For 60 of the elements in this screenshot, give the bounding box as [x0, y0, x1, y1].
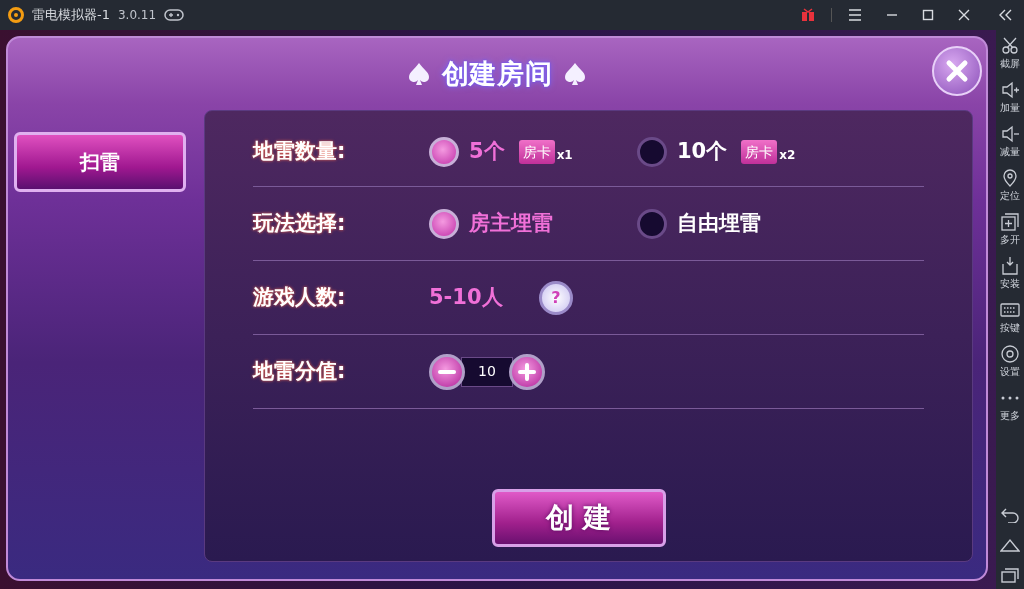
- plus-icon: [518, 362, 536, 381]
- spade-icon: [564, 62, 587, 86]
- field-label: 游戏人数:: [253, 283, 347, 311]
- field-label: 地雷分值:: [253, 357, 347, 385]
- close-button[interactable]: [932, 46, 982, 96]
- toolbar-button[interactable]: 截屏: [1000, 36, 1020, 70]
- minus-icon: [438, 369, 456, 374]
- dialog-title: 创建房间: [441, 56, 553, 91]
- toolbar-button[interactable]: 加量: [1000, 80, 1020, 114]
- back-icon[interactable]: [1000, 507, 1020, 523]
- player-count-text: 5-10人: [429, 283, 504, 311]
- value-field[interactable]: 10: [461, 356, 513, 387]
- scissors-icon: [1000, 36, 1020, 56]
- option-label[interactable]: 10个: [677, 135, 728, 168]
- room-card-badge: 房卡: [741, 139, 778, 164]
- recent-apps-icon[interactable]: [1000, 567, 1020, 583]
- gamepad-icon[interactable]: [164, 8, 185, 22]
- settings-icon: [1000, 344, 1020, 364]
- radio-button[interactable]: [429, 136, 459, 167]
- plus-button[interactable]: [509, 353, 545, 390]
- multiplier-text: x1: [556, 146, 573, 164]
- maximize-icon[interactable]: [922, 9, 934, 21]
- field-label: 地雷数量:: [253, 137, 347, 165]
- multiplier-text: x2: [779, 146, 796, 164]
- collapse-icon[interactable]: [998, 9, 1012, 21]
- radio-button[interactable]: [637, 136, 667, 167]
- more-dots-icon: [1001, 396, 1019, 400]
- toolbar-button[interactable]: 多开: [1000, 212, 1020, 246]
- close-icon[interactable]: [958, 9, 970, 21]
- volume-down-icon: [1000, 124, 1020, 144]
- create-button[interactable]: 创 建: [491, 489, 666, 547]
- menu-icon[interactable]: [848, 9, 862, 21]
- toolbar-button[interactable]: 减量: [1000, 124, 1020, 158]
- keyboard-icon: [1000, 300, 1020, 320]
- option-label[interactable]: 房主埋雷: [469, 207, 553, 240]
- help-button[interactable]: ?: [539, 280, 573, 315]
- radio-button[interactable]: [637, 208, 667, 239]
- toolbar-button[interactable]: 设置: [1000, 344, 1020, 378]
- tab[interactable]: 扫雷: [14, 132, 186, 192]
- home-icon[interactable]: [1000, 537, 1020, 553]
- option-label[interactable]: 5个: [469, 135, 505, 168]
- location-pin-icon: [1000, 168, 1020, 188]
- toolbar-button[interactable]: 按键: [1000, 300, 1020, 334]
- toolbar-button[interactable]: 定位: [1000, 168, 1020, 202]
- toolbar-button[interactable]: 更多: [1000, 388, 1020, 422]
- room-card-badge: 房卡: [518, 139, 555, 164]
- gift-icon[interactable]: [801, 8, 815, 22]
- radio-button[interactable]: [429, 208, 459, 239]
- multi-window-icon: [1000, 212, 1020, 232]
- field-label: 玩法选择:: [253, 209, 347, 237]
- volume-up-icon: [1000, 80, 1020, 100]
- window-title: 雷电模拟器-1: [32, 6, 110, 25]
- close-icon: [945, 59, 969, 83]
- version-text: 3.0.11: [117, 7, 157, 24]
- toolbar-button[interactable]: 安装: [1000, 256, 1020, 290]
- spade-icon: [407, 62, 430, 86]
- option-label[interactable]: 自由埋雷: [677, 207, 761, 240]
- app-logo-icon: [8, 7, 24, 23]
- minus-button[interactable]: [429, 353, 465, 390]
- apk-install-icon: [1000, 256, 1020, 276]
